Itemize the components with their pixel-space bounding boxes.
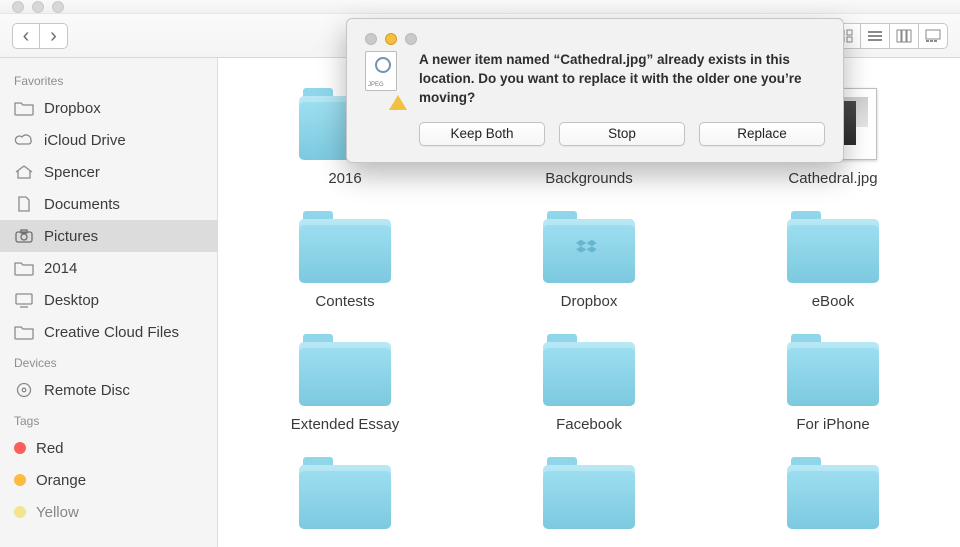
file-item-label: Backgrounds [545,170,633,187]
dialog-file-icon [365,51,405,108]
sidebar-item-label: Pictures [44,228,98,245]
file-item-label: Contests [315,293,374,310]
back-button[interactable]: ‹ [12,23,40,49]
desktop-icon [14,291,34,309]
file-item[interactable] [482,457,696,539]
folder-icon [543,334,635,406]
document-icon [14,195,34,213]
sidebar-item-documents[interactable]: Documents [0,188,217,220]
sidebar-item-label: Spencer [44,164,100,181]
folder-icon [787,211,879,283]
view-list-button[interactable] [861,23,890,49]
sidebar-tag-yellow[interactable]: Yellow [0,496,217,528]
file-item-label: eBook [812,293,855,310]
sidebar-item-2014[interactable]: 2014 [0,252,217,284]
folder-icon [787,457,879,529]
view-gallery-button[interactable] [919,23,948,49]
forward-button[interactable]: › [40,23,68,49]
file-item-label: Dropbox [561,293,618,310]
folder-icon [14,99,34,117]
replace-button[interactable]: Replace [699,122,825,146]
cloud-icon [14,131,34,149]
dropbox-glyph-icon [576,238,602,260]
sidebar-item-remote-disc[interactable]: Remote Disc [0,374,217,406]
folder-icon [299,334,391,406]
window-zoom-button[interactable] [52,1,64,13]
tag-dot-icon [14,442,26,454]
folder-icon [14,323,34,341]
sidebar-item-label: Documents [44,196,120,213]
sidebar-item-label: Remote Disc [44,382,130,399]
tag-dot-icon [14,506,26,518]
folder-icon [787,334,879,406]
chevron-left-icon: ‹ [23,26,30,46]
file-item[interactable] [238,457,452,539]
view-column-button[interactable] [890,23,919,49]
columns-icon [896,29,912,43]
camera-icon [14,227,34,245]
file-item-label: Cathedral.jpg [788,170,877,187]
sidebar-item-ccf[interactable]: Creative Cloud Files [0,316,217,348]
window-titlebar [0,0,960,14]
home-icon [14,163,34,181]
window-minimize-button[interactable] [32,1,44,13]
gallery-icon [925,29,941,43]
file-item-label: Facebook [556,416,622,433]
file-item-label: Extended Essay [291,416,399,433]
sidebar-item-desktop[interactable]: Desktop [0,284,217,316]
file-item-label: For iPhone [796,416,869,433]
file-item-label: 2016 [328,170,361,187]
file-item[interactable]: eBook [726,211,940,310]
finder-sidebar: Favorites Dropbox iCloud Drive Spencer D… [0,58,218,547]
folder-icon [299,211,391,283]
file-item[interactable]: For iPhone [726,334,940,433]
sidebar-section-tags: Tags [0,406,217,432]
sidebar-tag-orange[interactable]: Orange [0,464,217,496]
file-item[interactable]: Dropbox [482,211,696,310]
file-item[interactable] [726,457,940,539]
sidebar-item-dropbox[interactable]: Dropbox [0,92,217,124]
sidebar-tag-red[interactable]: Red [0,432,217,464]
file-item[interactable]: Contests [238,211,452,310]
dialog-zoom-button[interactable] [405,33,417,45]
sidebar-item-label: Orange [36,472,86,489]
sidebar-item-label: Creative Cloud Files [44,324,179,341]
folder-icon [14,259,34,277]
stop-button[interactable]: Stop [559,122,685,146]
dialog-message: A newer item named “Cathedral.jpg” alrea… [419,51,825,108]
sidebar-item-label: Yellow [36,504,79,521]
sidebar-item-label: 2014 [44,260,77,277]
folder-icon [299,457,391,529]
sidebar-section-favorites: Favorites [0,66,217,92]
dialog-close-button[interactable] [365,33,377,45]
sidebar-item-label: Dropbox [44,100,101,117]
keep-both-button[interactable]: Keep Both [419,122,545,146]
sidebar-item-home[interactable]: Spencer [0,156,217,188]
folder-icon [543,457,635,529]
window-close-button[interactable] [12,1,24,13]
replace-file-dialog: A newer item named “Cathedral.jpg” alrea… [346,18,844,163]
sidebar-item-pictures[interactable]: Pictures [0,220,217,252]
dialog-minimize-button[interactable] [385,33,397,45]
file-item[interactable]: Facebook [482,334,696,433]
list-icon [867,29,883,43]
folder-icon [543,211,635,283]
file-item[interactable]: Extended Essay [238,334,452,433]
sidebar-item-label: Desktop [44,292,99,309]
sidebar-item-icloud[interactable]: iCloud Drive [0,124,217,156]
sidebar-section-devices: Devices [0,348,217,374]
disc-icon [14,381,34,399]
sidebar-item-label: Red [36,440,64,457]
chevron-right-icon: › [50,26,57,46]
sidebar-item-label: iCloud Drive [44,132,126,149]
tag-dot-icon [14,474,26,486]
